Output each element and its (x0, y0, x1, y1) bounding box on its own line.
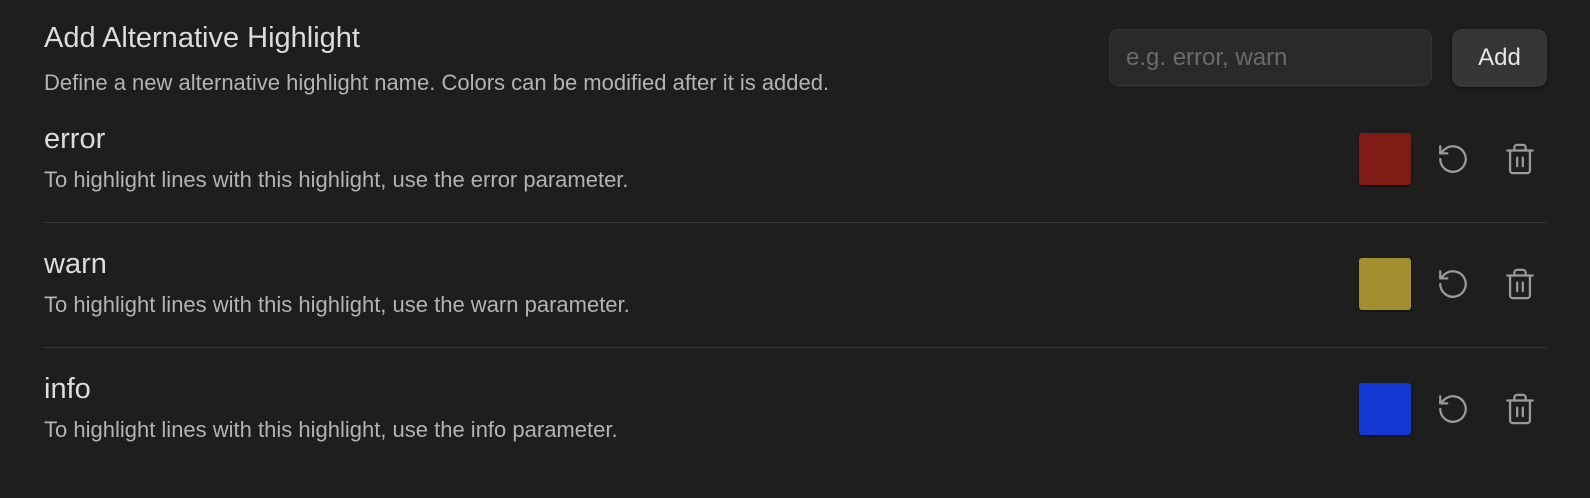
highlight-name: warn (44, 248, 107, 280)
color-swatch[interactable] (1359, 258, 1411, 310)
add-button[interactable]: Add (1452, 29, 1547, 87)
color-swatch[interactable] (1359, 383, 1411, 435)
row-divider (44, 347, 1547, 348)
trash-icon[interactable] (1500, 139, 1540, 179)
reset-icon[interactable] (1433, 139, 1473, 179)
color-swatch[interactable] (1359, 133, 1411, 185)
reset-icon[interactable] (1433, 389, 1473, 429)
section-title: Add Alternative Highlight (44, 22, 360, 54)
trash-icon[interactable] (1500, 264, 1540, 304)
row-divider (44, 222, 1547, 223)
highlight-name: info (44, 373, 91, 405)
highlight-description: To highlight lines with this highlight, … (44, 167, 629, 192)
highlight-row: warn To highlight lines with this highli… (0, 248, 1590, 373)
highlight-name-input[interactable] (1109, 29, 1432, 86)
trash-icon[interactable] (1500, 389, 1540, 429)
highlight-row: info To highlight lines with this highli… (0, 373, 1590, 498)
highlight-row: error To highlight lines with this highl… (0, 123, 1590, 248)
highlight-description: To highlight lines with this highlight, … (44, 292, 630, 317)
highlight-name: error (44, 123, 106, 155)
reset-icon[interactable] (1433, 264, 1473, 304)
highlight-description: To highlight lines with this highlight, … (44, 417, 618, 442)
section-description: Define a new alternative highlight name.… (44, 70, 830, 95)
